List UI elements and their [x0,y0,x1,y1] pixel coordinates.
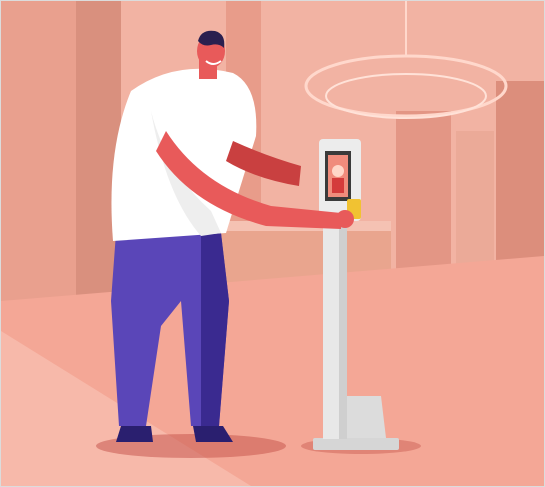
illustration-frame [0,0,545,487]
right-pillar [396,111,451,281]
scene [1,1,544,486]
far-right-pillar [496,81,544,281]
screen-face-head [332,165,344,177]
kiosk-pole-shade [339,221,347,439]
left-pillar [76,1,121,301]
kiosk-foot [341,396,386,438]
doorway [456,131,494,271]
screen-face-body [332,178,344,193]
kiosk-base [313,438,399,450]
hand [336,210,354,228]
left-shoe [116,426,153,442]
